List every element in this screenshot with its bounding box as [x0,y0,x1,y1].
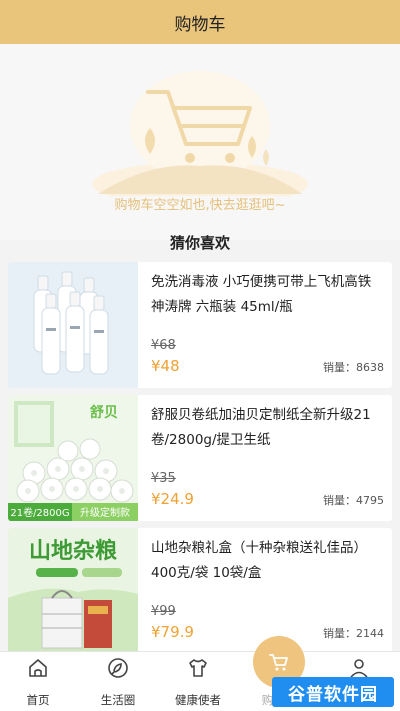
sales-count: 销量：8638 [323,361,384,374]
toilet-paper-image: 舒贝 21卷/2800G 升级定制款 [8,395,138,521]
product-card[interactable]: 免洗消毒液 小巧便携可带上飞机高铁神涛牌 六瓶装 45ml/瓶 ¥68 ¥48 … [8,262,392,388]
page-title: 购物车 [174,14,226,35]
sale-price: ¥24.9 [151,490,194,508]
tab-label: 健康使者 [175,693,221,707]
tab-label: 首页 [26,693,50,707]
shirt-icon [189,659,207,677]
product-name: 山地杂粮礼盒（十种杂粮送礼佳品）400克/袋 10袋/盒 [151,540,367,581]
original-price: ¥99 [151,604,176,619]
tab-home[interactable]: 首页 [2,652,74,711]
sales-count: 销量：4795 [323,494,384,507]
sales-count: 销量：2144 [323,627,384,640]
top-bar: 购物车 [0,0,400,44]
hand-sanitizer-image [8,262,138,388]
product-name: 舒服贝卷纸加油贝定制纸全新升级21卷/2800g/提卫生纸 [151,407,371,448]
product-image[interactable] [8,262,138,388]
life-circle-icon [108,658,128,678]
original-price: ¥68 [151,338,176,353]
tab-health[interactable]: 健康使者 [162,652,234,711]
product-image[interactable]: 舒贝 21卷/2800G 升级定制款 [8,395,138,521]
cart-icon [269,654,288,671]
home-icon [29,659,47,677]
product-list: 免洗消毒液 小巧便携可带上飞机高铁神涛牌 六瓶装 45ml/瓶 ¥68 ¥48 … [8,262,392,661]
upgrade-label: 升级定制款 [80,506,130,519]
product-image[interactable]: 山地杂粮 [8,528,138,654]
headline-label: 山地杂粮 [29,538,117,564]
original-price: ¥35 [151,471,176,486]
tab-life-circle[interactable]: 生活圈 [82,652,154,711]
empty-cart-message: 购物车空空如也,快去逛逛吧~ [114,198,286,213]
recommend-section-title: 猜你喜欢 [169,234,230,252]
sale-price: ¥48 [151,357,180,375]
grain-box-image: 山地杂粮 [8,528,138,654]
product-name: 免洗消毒液 小巧便携可带上飞机高铁神涛牌 六瓶装 45ml/瓶 [151,274,372,315]
site-watermark: 谷普软件园 [272,677,394,707]
tab-label: 生活圈 [100,693,136,707]
spec-label: 21卷/2800G [10,506,69,519]
empty-cart-area: 购物车空空如也,快去逛逛吧~ [0,44,400,240]
product-card[interactable]: 山地杂粮 山地杂粮礼盒（十种杂粮送礼佳品）400克/袋 10袋/盒 ¥99 ¥7… [8,528,392,654]
brand-label: 舒贝 [90,404,118,421]
product-card[interactable]: 舒贝 21卷/2800G 升级定制款 舒服贝卷纸加油贝定制纸全新升级21卷/28… [8,395,392,521]
sale-price: ¥79.9 [151,623,194,641]
empty-cart-illustration [92,71,308,196]
